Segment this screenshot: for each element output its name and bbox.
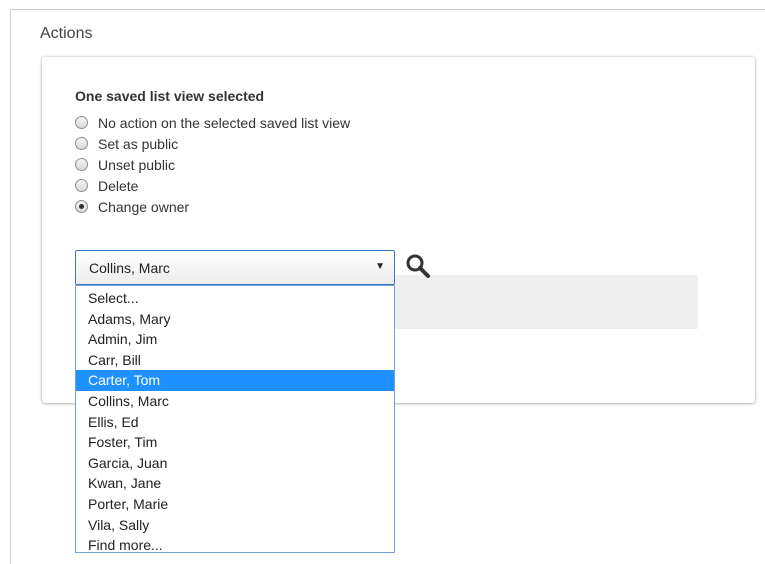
radio-button-checked[interactable] xyxy=(75,200,88,213)
dropdown-option[interactable]: Kwan, Jane xyxy=(76,473,394,494)
dropdown-option[interactable]: Garcia, Juan xyxy=(76,453,394,474)
radio-button[interactable] xyxy=(75,179,88,192)
caret-down-icon: ▼ xyxy=(375,261,385,272)
dropdown-option[interactable]: Find more... xyxy=(76,535,394,556)
dropdown-option[interactable]: Foster, Tim xyxy=(76,432,394,453)
owner-select[interactable]: Collins, Marc ▼ xyxy=(75,250,395,285)
dropdown-option[interactable]: Vila, Sally xyxy=(76,515,394,536)
radio-button[interactable] xyxy=(75,116,88,129)
dropdown-option[interactable]: Adams, Mary xyxy=(76,309,394,330)
magnifier-icon[interactable] xyxy=(404,252,432,280)
card-heading: One saved list view selected xyxy=(75,88,265,104)
radio-button[interactable] xyxy=(75,137,88,150)
radio-option-set-public[interactable]: Set as public xyxy=(75,133,350,154)
gray-panel xyxy=(348,275,698,329)
owner-select-value: Collins, Marc xyxy=(89,260,170,276)
dropdown-option[interactable]: Carr, Bill xyxy=(76,350,394,371)
radio-button[interactable] xyxy=(75,158,88,171)
radio-label: Unset public xyxy=(98,156,176,173)
radio-label: No action on the selected saved list vie… xyxy=(98,114,351,131)
section-title: Actions xyxy=(40,25,93,42)
dropdown-option[interactable]: Select... xyxy=(76,288,394,309)
action-radio-group: No action on the selected saved list vie… xyxy=(75,112,350,217)
radio-label: Set as public xyxy=(98,135,179,152)
dropdown-option[interactable]: Ellis, Ed xyxy=(76,412,394,433)
radio-option-delete[interactable]: Delete xyxy=(75,175,350,196)
dropdown-option[interactable]: Collins, Marc xyxy=(76,391,394,412)
dropdown-option[interactable]: Admin, Jim xyxy=(76,329,394,350)
radio-option-no-action[interactable]: No action on the selected saved list vie… xyxy=(75,112,350,133)
radio-label: Change owner xyxy=(98,198,190,215)
radio-option-unset-public[interactable]: Unset public xyxy=(75,154,350,175)
radio-option-change-owner[interactable]: Change owner xyxy=(75,196,350,217)
owner-dropdown-list: Select... Adams, Mary Admin, Jim Carr, B… xyxy=(75,285,395,553)
dropdown-option[interactable]: Porter, Marie xyxy=(76,494,394,515)
dropdown-option-highlighted[interactable]: Carter, Tom xyxy=(76,370,394,391)
radio-label: Delete xyxy=(98,177,139,194)
